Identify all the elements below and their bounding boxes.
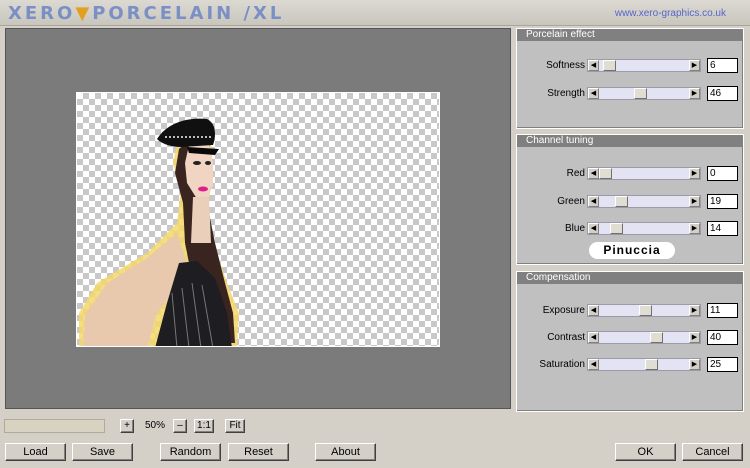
preview-image xyxy=(79,118,239,346)
panel-header: Channel tuning xyxy=(517,135,743,147)
strength-value[interactable]: 46 xyxy=(707,86,738,101)
logo-triangle-icon: ▼ xyxy=(75,3,93,24)
preview-area xyxy=(5,28,511,409)
green-label: Green xyxy=(557,196,585,207)
green-row: Green ◀ ▶ 19 xyxy=(517,193,745,211)
progress-bar xyxy=(4,419,105,433)
arrow-left-icon[interactable]: ◀ xyxy=(588,223,599,234)
exposure-value[interactable]: 11 xyxy=(707,303,738,318)
contrast-slider[interactable]: ◀ ▶ xyxy=(587,331,701,344)
blue-slider[interactable]: ◀ ▶ xyxy=(587,222,701,235)
zoom-in-button[interactable]: + xyxy=(120,419,134,433)
slider-thumb[interactable] xyxy=(650,332,663,343)
contrast-label: Contrast xyxy=(547,332,585,343)
arrow-right-icon[interactable]: ▶ xyxy=(689,88,700,99)
zoom-out-button[interactable]: – xyxy=(173,419,187,433)
strength-label: Strength xyxy=(547,88,585,99)
saturation-slider[interactable]: ◀ ▶ xyxy=(587,358,701,371)
arrow-right-icon[interactable]: ▶ xyxy=(689,223,700,234)
panel-header: Porcelain effect xyxy=(517,29,743,41)
green-slider[interactable]: ◀ ▶ xyxy=(587,195,701,208)
saturation-row: Saturation ◀ ▶ 25 xyxy=(517,356,745,374)
save-button[interactable]: Save xyxy=(72,443,133,461)
arrow-right-icon[interactable]: ▶ xyxy=(689,196,700,207)
softness-row: Softness ◀ ▶ 6 xyxy=(517,57,745,75)
arrow-left-icon[interactable]: ◀ xyxy=(588,168,599,179)
exposure-slider[interactable]: ◀ ▶ xyxy=(587,304,701,317)
cancel-button[interactable]: Cancel xyxy=(682,443,743,461)
website-link[interactable]: www.xero-graphics.co.uk xyxy=(615,8,726,19)
arrow-left-icon[interactable]: ◀ xyxy=(588,88,599,99)
red-label: Red xyxy=(566,168,585,179)
random-button[interactable]: Random xyxy=(160,443,221,461)
saturation-value[interactable]: 25 xyxy=(707,357,738,372)
preview-canvas[interactable] xyxy=(76,92,440,347)
slider-thumb[interactable] xyxy=(639,305,652,316)
blue-value[interactable]: 14 xyxy=(707,221,738,236)
arrow-left-icon[interactable]: ◀ xyxy=(588,305,599,316)
red-row: Red ◀ ▶ 0 xyxy=(517,165,745,183)
arrow-right-icon[interactable]: ▶ xyxy=(689,168,700,179)
app-logo: XERO▼PORCELAIN /XL xyxy=(8,3,285,24)
softness-value[interactable]: 6 xyxy=(707,58,738,73)
exposure-label: Exposure xyxy=(542,305,585,316)
arrow-left-icon[interactable]: ◀ xyxy=(588,359,599,370)
reset-button[interactable]: Reset xyxy=(228,443,289,461)
slider-thumb[interactable] xyxy=(599,168,612,179)
strength-slider[interactable]: ◀ ▶ xyxy=(587,87,701,100)
arrow-left-icon[interactable]: ◀ xyxy=(588,60,599,71)
softness-slider[interactable]: ◀ ▶ xyxy=(587,59,701,72)
fit-button[interactable]: Fit xyxy=(225,419,245,433)
ok-button[interactable]: OK xyxy=(615,443,676,461)
arrow-left-icon[interactable]: ◀ xyxy=(588,196,599,207)
blue-label: Blue xyxy=(564,223,585,234)
contrast-row: Contrast ◀ ▶ 40 xyxy=(517,329,745,347)
arrow-right-icon[interactable]: ▶ xyxy=(689,332,700,343)
red-value[interactable]: 0 xyxy=(707,166,738,181)
red-slider[interactable]: ◀ ▶ xyxy=(587,167,701,180)
arrow-right-icon[interactable]: ▶ xyxy=(689,60,700,71)
slider-thumb[interactable] xyxy=(615,196,628,207)
slider-thumb[interactable] xyxy=(634,88,647,99)
actual-size-button[interactable]: 1:1 xyxy=(194,419,214,433)
arrow-left-icon[interactable]: ◀ xyxy=(588,332,599,343)
softness-label: Softness xyxy=(546,60,585,71)
porcelain-effect-panel: Porcelain effect Softness ◀ ▶ 6 Strength… xyxy=(516,28,744,129)
title-bar: XERO▼PORCELAIN /XL www.xero-graphics.co.… xyxy=(0,0,750,26)
channel-tuning-panel: Channel tuning Red ◀ ▶ 0 Green ◀ ▶ 19 Bl… xyxy=(516,134,744,265)
panel-header: Compensation xyxy=(517,272,743,284)
zoom-level: 50% xyxy=(144,420,165,431)
slider-thumb[interactable] xyxy=(610,223,623,234)
saturation-label: Saturation xyxy=(539,359,585,370)
slider-thumb[interactable] xyxy=(603,60,616,71)
pinuccia-watermark: Pinuccia xyxy=(589,242,675,259)
arrow-right-icon[interactable]: ▶ xyxy=(689,359,700,370)
exposure-row: Exposure ◀ ▶ 11 xyxy=(517,302,745,320)
contrast-value[interactable]: 40 xyxy=(707,330,738,345)
strength-row: Strength ◀ ▶ 46 xyxy=(517,85,745,103)
slider-thumb[interactable] xyxy=(645,359,658,370)
compensation-panel: Compensation Exposure ◀ ▶ 11 Contrast ◀ … xyxy=(516,271,744,412)
load-button[interactable]: Load xyxy=(5,443,66,461)
green-value[interactable]: 19 xyxy=(707,194,738,209)
about-button[interactable]: About xyxy=(315,443,376,461)
blue-row: Blue ◀ ▶ 14 xyxy=(517,220,745,238)
arrow-right-icon[interactable]: ▶ xyxy=(689,305,700,316)
